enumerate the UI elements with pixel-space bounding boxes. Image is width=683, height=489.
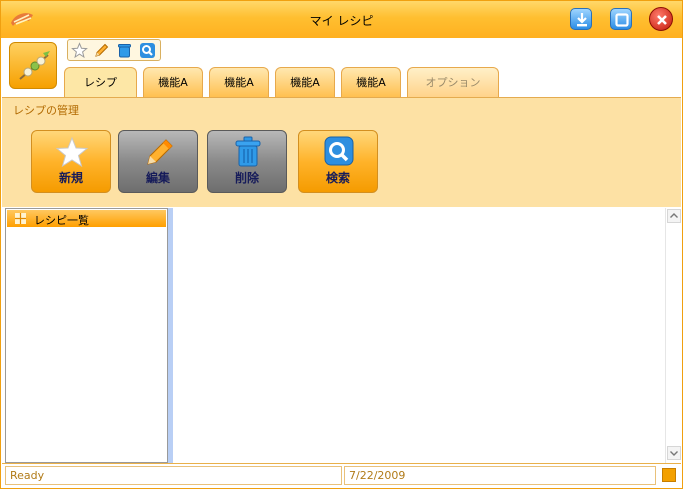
- search-button[interactable]: 検索: [298, 130, 378, 193]
- tab-recipe[interactable]: レシプ: [64, 67, 137, 97]
- delete-button-label: 削除: [234, 171, 259, 185]
- search-button-label: 検索: [325, 171, 350, 185]
- grid-icon: [15, 213, 26, 224]
- ribbon-tabs: レシプ 機能A 機能A 機能A 機能A オプション: [1, 67, 682, 97]
- quick-access-toolbar: [67, 39, 161, 61]
- resize-grip[interactable]: [662, 468, 676, 482]
- maximize-button[interactable]: [610, 8, 632, 30]
- trash-icon[interactable]: [116, 42, 133, 59]
- status-bar: Ready 7/22/2009: [2, 463, 681, 487]
- pencil-icon[interactable]: [93, 42, 110, 59]
- status-text: Ready: [5, 466, 342, 485]
- tab-feature-a-2[interactable]: 機能A: [209, 67, 269, 97]
- tab-feature-a-1[interactable]: 機能A: [143, 67, 203, 97]
- vertical-scrollbar[interactable]: [665, 208, 681, 463]
- minimize-button[interactable]: [570, 8, 592, 30]
- tab-feature-a-4[interactable]: 機能A: [341, 67, 401, 97]
- ribbon-group-title: レシプの管理: [13, 104, 79, 117]
- tree-item-label: レシピ一覧: [34, 214, 89, 227]
- scroll-up-icon[interactable]: [667, 209, 681, 223]
- title-bar[interactable]: マイ レシピ: [1, 1, 682, 38]
- ribbon-panel: レシプの管理 新規 編集 削除 検索: [2, 97, 681, 207]
- new-button-label: 新規: [58, 171, 83, 185]
- tab-options[interactable]: オプション: [407, 67, 499, 97]
- star-icon[interactable]: [71, 42, 88, 59]
- search-icon: [324, 136, 354, 166]
- recipe-tree-panel: レシピ一覧: [5, 208, 168, 463]
- close-button[interactable]: [649, 7, 673, 31]
- main-content-area: [173, 208, 665, 463]
- status-date: 7/22/2009: [344, 466, 656, 485]
- app-window: マイ レシピ レシプ 機能A 機能A 機能A 機能A オプション レシプの管理 …: [0, 0, 683, 489]
- close-icon: [657, 15, 667, 25]
- tree-item-recipe-list[interactable]: レシピ一覧: [7, 210, 166, 227]
- tab-feature-a-3[interactable]: 機能A: [275, 67, 335, 97]
- pencil-icon: [147, 139, 173, 165]
- star-icon: [55, 136, 89, 168]
- edit-button-label: 編集: [145, 171, 170, 185]
- maximize-icon: [615, 13, 629, 27]
- edit-button[interactable]: 編集: [118, 130, 198, 193]
- search-icon[interactable]: [139, 42, 156, 59]
- delete-button[interactable]: 削除: [207, 130, 287, 193]
- trash-icon: [235, 136, 261, 167]
- new-button[interactable]: 新規: [31, 130, 111, 193]
- minimize-icon: [577, 13, 587, 27]
- scroll-down-icon[interactable]: [667, 446, 681, 460]
